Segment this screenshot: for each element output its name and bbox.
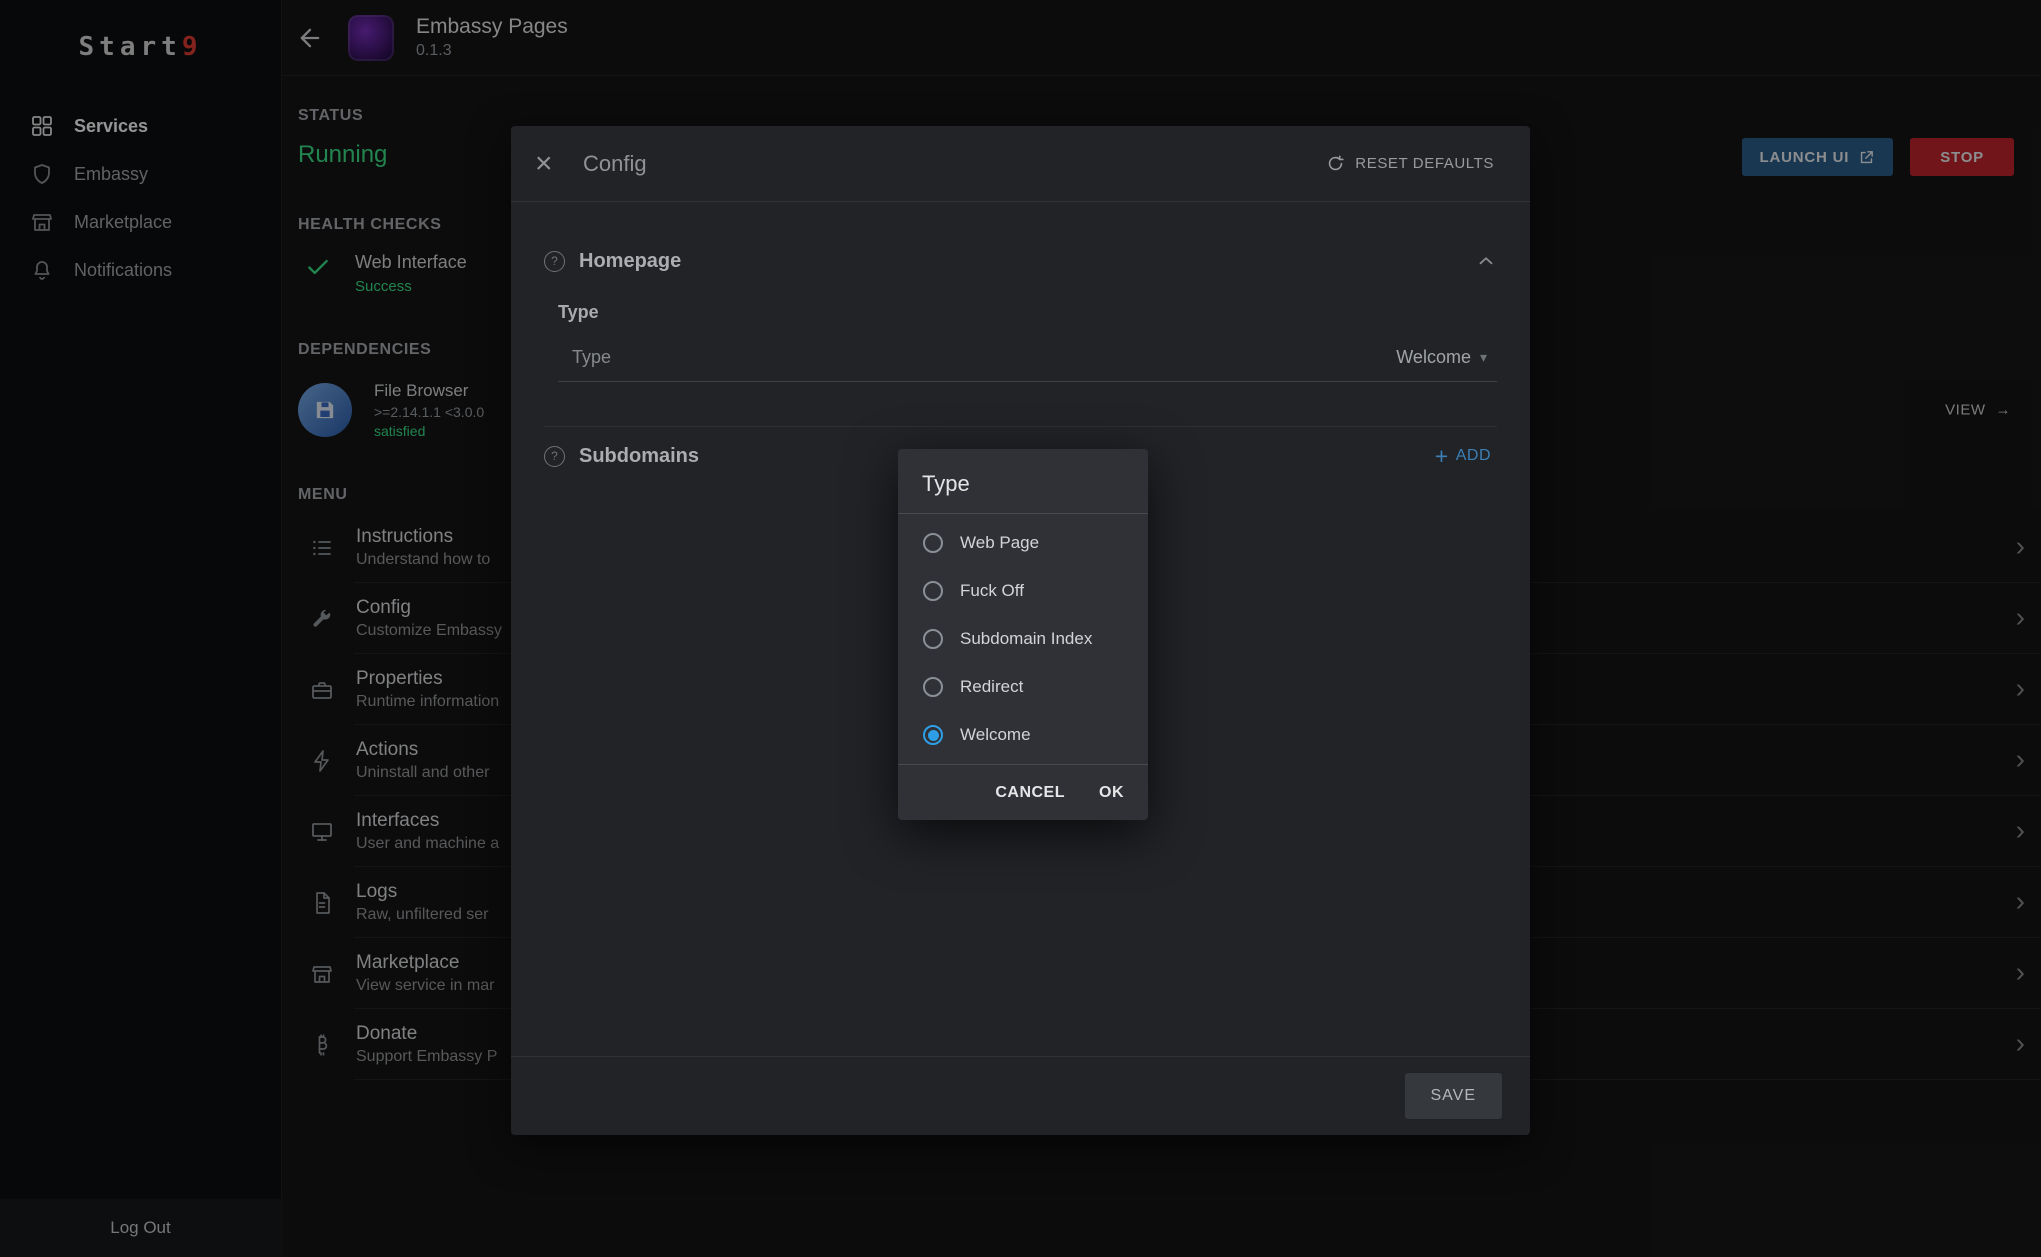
type-dialog-title: Type — [898, 449, 1148, 514]
type-option[interactable]: Fuck Off — [898, 567, 1148, 615]
type-option[interactable]: Welcome — [898, 711, 1148, 759]
radio-icon — [923, 581, 943, 601]
type-option[interactable]: Subdomain Index — [898, 615, 1148, 663]
radio-icon — [923, 725, 943, 745]
type-dialog: Type Web Page Fuck Off Subdomain Index R… — [898, 449, 1148, 820]
type-radio-group: Web Page Fuck Off Subdomain Index Redire… — [898, 514, 1148, 764]
ok-button[interactable]: OK — [1085, 774, 1138, 812]
type-option[interactable]: Web Page — [898, 519, 1148, 567]
radio-icon — [923, 629, 943, 649]
radio-icon — [923, 533, 943, 553]
cancel-button[interactable]: CANCEL — [981, 774, 1079, 812]
type-option[interactable]: Redirect — [898, 663, 1148, 711]
radio-icon — [923, 677, 943, 697]
type-dialog-buttons: CANCEL OK — [898, 764, 1148, 820]
